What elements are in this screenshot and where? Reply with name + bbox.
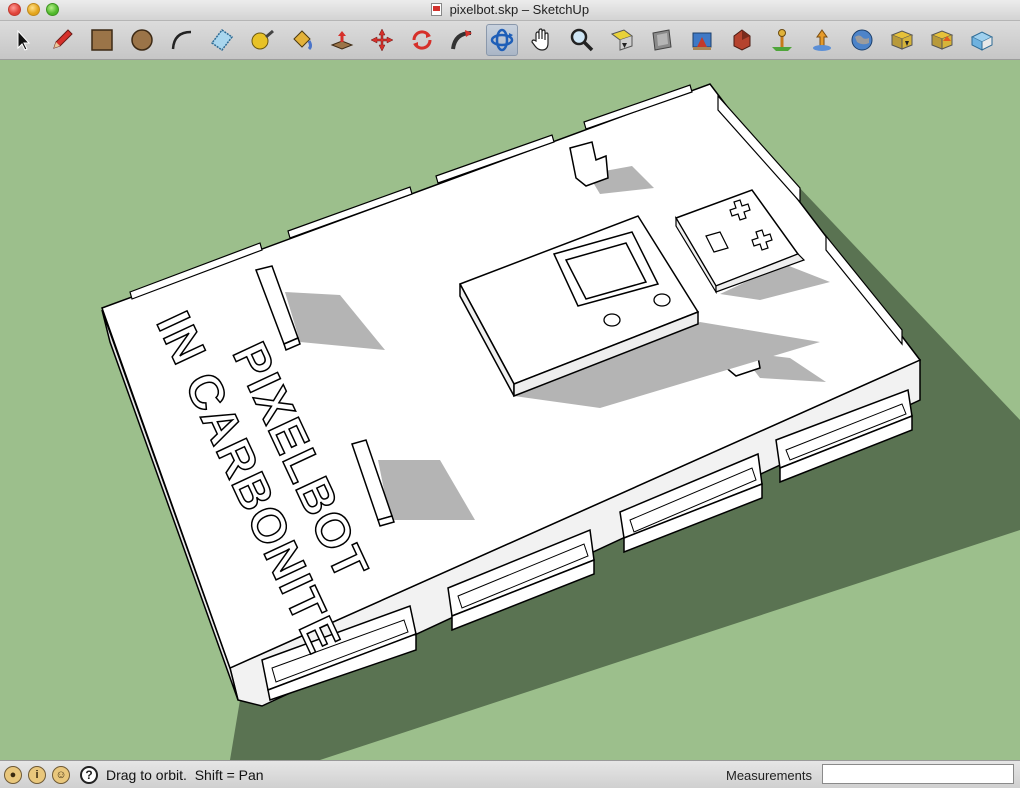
main-toolbar xyxy=(0,21,1020,60)
globe-icon xyxy=(851,29,873,51)
follow-me-icon xyxy=(451,30,472,50)
model-scene: PIXELBOT IN CARBONITE xyxy=(101,83,1020,760)
skp-document-icon xyxy=(430,3,442,16)
follow-me-tool-button[interactable] xyxy=(446,24,478,56)
orbit-icon xyxy=(490,28,514,52)
zoom-tool-button[interactable] xyxy=(566,24,598,56)
status-bar: ● i ☺ ? Drag to orbit. Shift = Pan Measu… xyxy=(0,760,1020,788)
get-models-icon xyxy=(692,32,712,50)
sketchup-window: pixelbot.skp – SketchUp PIXELBOT IN CARB… xyxy=(0,0,1020,788)
photo-textures-tool-button[interactable] xyxy=(846,24,878,56)
user-icon[interactable]: ☺ xyxy=(52,766,70,784)
geo-location-icon[interactable]: ● xyxy=(4,766,22,784)
line-tool-button[interactable] xyxy=(46,24,78,56)
share-model-tool-button[interactable] xyxy=(726,24,758,56)
model-viewport[interactable]: PIXELBOT IN CARBONITE xyxy=(0,60,1020,760)
get-component-icon xyxy=(890,30,914,50)
pan-tool-button[interactable] xyxy=(526,24,558,56)
rectangle-tool-button[interactable] xyxy=(86,24,118,56)
circle-tool-button[interactable] xyxy=(126,24,158,56)
previous-view-icon xyxy=(652,29,672,51)
window-title-area: pixelbot.skp – SketchUp xyxy=(0,2,1020,17)
extension-warehouse-tool-button[interactable] xyxy=(966,24,998,56)
device-button-b xyxy=(603,313,621,327)
share-component-tool-button[interactable] xyxy=(926,24,958,56)
device-button-a xyxy=(653,293,671,307)
zoom-extents-tool-button[interactable] xyxy=(606,24,638,56)
toggle-terrain-tool-button[interactable] xyxy=(806,24,838,56)
status-message: Drag to orbit. Shift = Pan xyxy=(106,767,264,783)
add-location-icon xyxy=(772,29,792,51)
orbit-tool-button[interactable] xyxy=(486,24,518,56)
help-icon[interactable]: ? xyxy=(80,766,98,784)
get-models-tool-button[interactable] xyxy=(686,24,718,56)
magnifier-icon xyxy=(570,28,594,52)
get-component-tool-button[interactable] xyxy=(886,24,918,56)
tape-measure-icon xyxy=(251,29,274,50)
arrow-cursor-icon xyxy=(17,29,31,51)
move-tool-button[interactable] xyxy=(366,24,398,56)
arc-tool-button[interactable] xyxy=(166,24,198,56)
measurements-label: Measurements xyxy=(726,768,812,783)
rotate-icon xyxy=(412,30,432,50)
hand-icon xyxy=(531,28,549,51)
zoom-extents-icon xyxy=(610,29,634,51)
share-component-icon xyxy=(930,30,954,50)
extension-icon xyxy=(970,31,994,51)
component-icon xyxy=(210,28,234,52)
pencil-icon xyxy=(53,29,73,49)
previous-view-tool-button[interactable] xyxy=(646,24,678,56)
rotate-tool-button[interactable] xyxy=(406,24,438,56)
rectangle-icon xyxy=(91,29,113,51)
move-icon xyxy=(370,28,394,52)
circle-icon xyxy=(131,29,153,51)
push-pull-tool-button[interactable] xyxy=(326,24,358,56)
tape-measure-tool-button[interactable] xyxy=(246,24,278,56)
paint-bucket-tool-button[interactable] xyxy=(286,24,318,56)
arc-icon xyxy=(171,30,192,50)
credits-icon[interactable]: i xyxy=(28,766,46,784)
window-title: pixelbot.skp – SketchUp xyxy=(449,2,590,17)
make-component-tool-button[interactable] xyxy=(206,24,238,56)
measurements-input[interactable] xyxy=(822,764,1014,784)
select-tool-button[interactable] xyxy=(6,24,38,56)
add-location-tool-button[interactable] xyxy=(766,24,798,56)
share-model-icon xyxy=(733,29,751,51)
paint-bucket-icon xyxy=(293,30,312,51)
title-bar: pixelbot.skp – SketchUp xyxy=(0,0,1020,21)
toggle-terrain-icon xyxy=(813,29,831,51)
push-pull-icon xyxy=(330,31,354,50)
